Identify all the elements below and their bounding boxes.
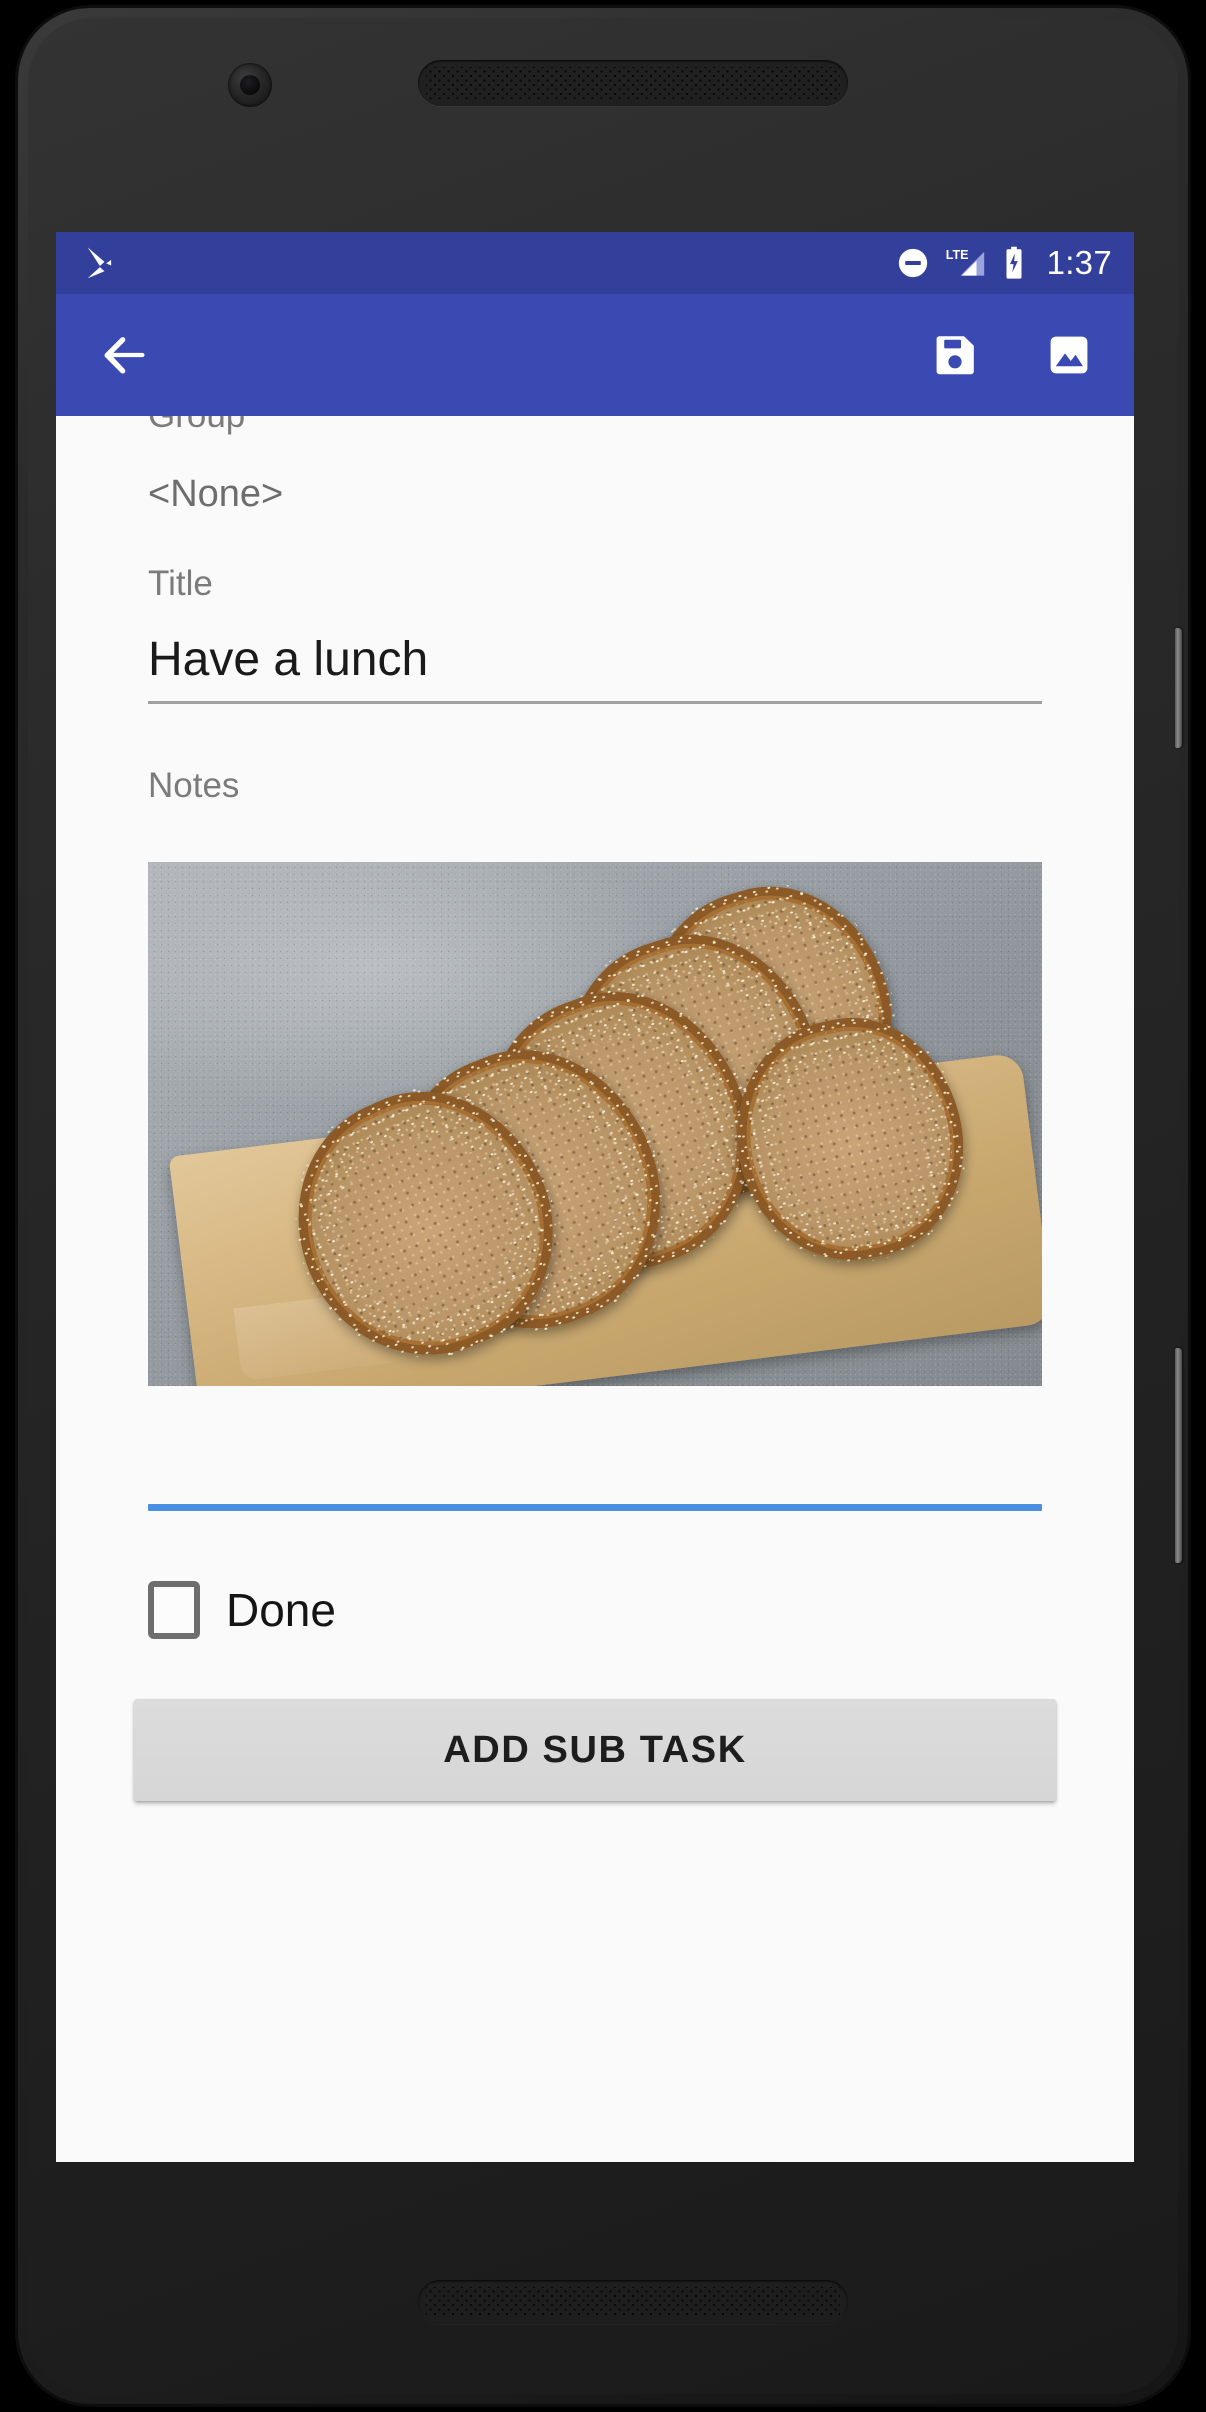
notes-field[interactable]: Notes — [56, 766, 1134, 806]
title-input[interactable]: Have a lunch — [148, 632, 1042, 705]
cellular-signal-lte-icon: LTE — [945, 248, 984, 276]
speaker-grille-dots — [426, 67, 840, 99]
add-sub-task-button[interactable]: ADD SUB TASK — [134, 1699, 1056, 1802]
done-checkbox[interactable] — [148, 1581, 200, 1640]
notes-field-underline — [148, 1504, 1042, 1512]
insert-photo-icon — [1050, 336, 1088, 374]
status-bar-clock: 1:37 — [1046, 244, 1112, 281]
group-label: Group — [148, 416, 1042, 433]
bottom-speaker-grille — [418, 2280, 848, 2324]
app-bar — [56, 294, 1134, 416]
notes-image-container[interactable] — [56, 862, 1134, 1387]
front-camera-lens — [228, 63, 272, 107]
done-checkbox-row[interactable]: Done — [56, 1581, 1134, 1640]
insert-image-button[interactable] — [1030, 316, 1108, 394]
save-floppy-disk-icon — [936, 336, 974, 375]
notes-label: Notes — [148, 766, 240, 806]
notes-divider-container — [56, 1504, 1134, 1512]
earpiece-speaker-grille — [418, 60, 848, 106]
battery-charging-icon — [1006, 246, 1022, 279]
title-field[interactable]: Title Have a lunch — [56, 564, 1134, 705]
power-button[interactable] — [1175, 628, 1182, 748]
title-input-value: Have a lunch — [148, 633, 429, 686]
bread-photo-image[interactable] — [148, 862, 1042, 1387]
svg-text:LTE: LTE — [945, 248, 968, 262]
task-detail-form[interactable]: Group <None> Title Have a lunch Notes — [56, 416, 1134, 2162]
add-subtask-container: ADD SUB TASK — [56, 1699, 1134, 1802]
google-play-icon — [87, 247, 112, 279]
status-bar-icons: LTE 1:37 — [896, 244, 1112, 282]
title-label: Title — [148, 564, 213, 603]
save-button[interactable] — [916, 316, 994, 394]
back-button[interactable] — [86, 316, 164, 394]
group-field[interactable]: Group <None> — [56, 416, 1134, 516]
done-label: Done — [226, 1584, 336, 1637]
phone-screen: LTE 1:37 <None> Title Have a lunch Notes… — [56, 232, 1134, 2162]
volume-rocker-button[interactable] — [1175, 1348, 1182, 1563]
status-bar: LTE 1:37 — [56, 232, 1134, 294]
speaker-grille-dots — [426, 2287, 840, 2317]
arrow-back-icon — [104, 337, 145, 374]
group-value[interactable]: <None> — [148, 473, 1042, 516]
do-not-disturb-icon — [898, 248, 927, 278]
